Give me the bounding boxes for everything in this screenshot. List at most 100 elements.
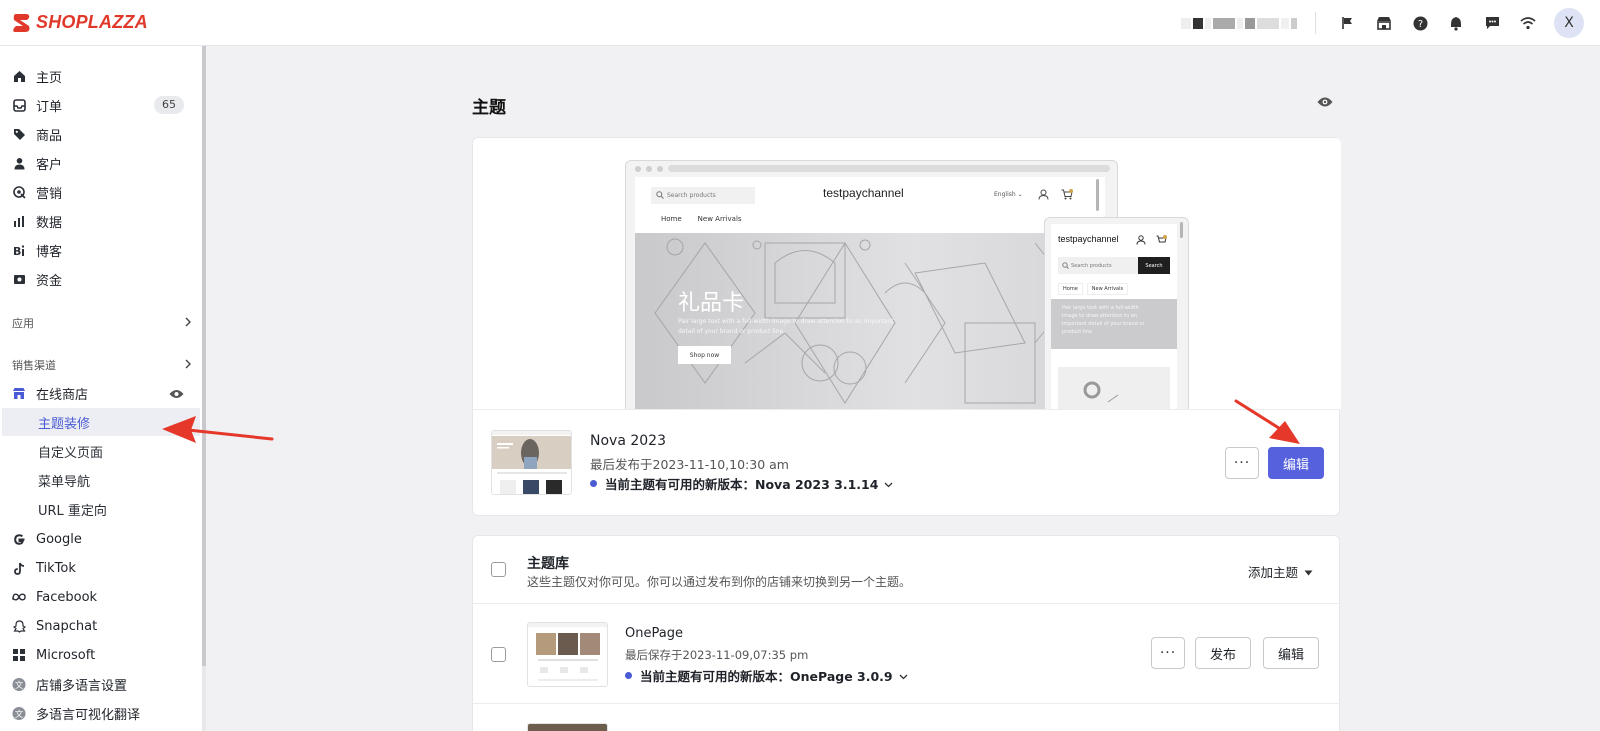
sidebar-item-label: 主页 [36,70,63,86]
current-theme-more-button[interactable]: ··· [1225,447,1259,479]
preview-account-icon [1038,189,1049,204]
sidebar-item-products[interactable]: 商品 [0,120,202,148]
page-title: 主题 [472,98,506,118]
sidebar-item-facebook[interactable]: Facebook [0,583,202,611]
header-divider [1315,12,1316,34]
mobile-store-page: testpaychannel Search products Search Ho… [1051,224,1177,409]
sidebar-sub-navigation[interactable]: 菜单导航 [2,466,200,494]
avatar[interactable]: X [1554,8,1584,38]
add-theme-label: 添加主题 [1247,565,1298,580]
sidebar-item-finance[interactable]: 资金 [0,265,202,293]
preview-hero-banner: 礼品卡 Pair large text with a full-width im… [635,233,1105,409]
theme-row-edit-button[interactable]: 编辑 [1263,637,1319,669]
onepage-thumbnail-art [528,623,607,681]
store-icon[interactable] [1366,5,1402,41]
theme-preview[interactable]: Search products testpaychannel English ⌄… [473,138,1341,410]
preview-nav-item: New Arrivals [697,215,742,223]
tag-icon [12,127,26,141]
shoplazza-logo[interactable]: SHOPLAZZA [12,12,148,34]
wifi-icon[interactable] [1510,5,1546,41]
sidebar-item-analytics[interactable]: 数据 [0,207,202,235]
sidebar-item-blog[interactable]: B 博客 [0,236,202,264]
theme-library-card: 主题库 这些主题仅对你可见。你可以通过发布到你的店铺来切换到另一个主题。 添加主… [472,535,1341,731]
theme-row-update-notice[interactable]: 当前主题有可用的新版本：OnePage 3.0.9 [625,666,908,685]
sidebar-item-label: Snapchat [36,618,98,634]
window-dot [646,166,652,172]
flag-icon[interactable] [1330,5,1366,41]
bell-icon[interactable] [1438,5,1474,41]
sidebar-scrollbar-thumb[interactable] [202,46,206,666]
translate-icon: 文 [12,706,26,720]
current-theme-update-notice[interactable]: 当前主题有可用的新版本：Nova 2023 3.1.14 [590,474,893,493]
store-name-redacted [1181,17,1297,29]
update-dot-icon [625,672,632,679]
sidebar-item-online-store[interactable]: 在线商店 [0,379,202,407]
sidebar-item-label: 订单 [36,99,63,115]
sidebar-item-label: 客户 [36,157,63,173]
theme-row-publish-button[interactable]: 发布 [1195,637,1251,669]
eye-icon[interactable] [169,388,184,403]
preview-store-name: testpaychannel [823,186,904,200]
current-theme-row: Nova 2023 最后发布于2023-11-10,10:30 am 当前主题有… [473,410,1341,515]
preview-nav: Home New Arrivals [661,215,742,223]
mobile-search-button: Search [1138,257,1170,274]
help-icon[interactable]: ? [1402,5,1438,41]
mobile-cart-icon [1156,234,1167,249]
sidebar-item-label: 商品 [36,128,63,144]
next-theme-thumbnail [527,723,608,731]
chevron-down-icon [899,668,908,683]
mobile-nav-item: New Arrivals [1086,283,1129,295]
preview-language: English ⌄ [994,191,1023,198]
sidebar-sub-theme[interactable]: 主题装修 [2,408,200,436]
url-bar [668,165,1110,172]
sidebar-item-google[interactable]: Google [0,525,202,553]
sidebar-sub-url-redirect[interactable]: URL 重定向 [2,495,200,523]
preview-language-label: English [994,191,1016,198]
current-theme-edit-button[interactable]: 编辑 [1268,447,1324,479]
sidebar: 主页 订单 65 商品 客户 营销 数据 B 博客 资金 应用 销售渠道 在线商… [0,46,206,731]
sidebar-item-tiktok[interactable]: TikTok [0,554,202,582]
preview-nav-item: Home [661,215,682,223]
sidebar-item-customers[interactable]: 客户 [0,149,202,177]
theme-library-subtitle: 这些主题仅对你可见。你可以通过发布到你的店铺来切换到另一个主题。 [527,575,912,589]
sidebar-item-label: 多语言可视化翻译 [36,707,141,723]
sidebar-item-home[interactable]: 主页 [0,62,202,90]
nova-thumbnail-art [492,431,571,494]
search-icon [656,191,664,201]
window-dot [657,166,663,172]
theme-row-checkbox[interactable] [491,647,506,662]
sidebar-item-marketing[interactable]: 营销 [0,178,202,206]
current-theme-published: 最后发布于2023-11-10,10:30 am [590,457,789,472]
sidebar-item-visual-translation[interactable]: 文 多语言可视化翻译 [0,699,202,727]
mobile-nav: Home New Arrivals [1058,283,1129,295]
person-icon [12,156,26,170]
eye-icon[interactable] [1317,96,1333,108]
mobile-store-name: testpaychannel [1058,234,1119,244]
sidebar-item-label: 店铺多语言设置 [36,678,128,694]
sidebar-item-orders[interactable]: 订单 65 [0,91,202,119]
chat-icon[interactable] [1474,5,1510,41]
preview-search-box: Search products [651,187,755,204]
theme-row-saved: 最后保存于2023-11-09,07:35 pm [625,648,809,662]
sidebar-item-label: Facebook [36,589,98,605]
sidebar-scrollbar[interactable] [202,46,206,731]
bar-chart-icon [12,214,26,228]
sales-channels-label: 销售渠道 [12,359,56,372]
preview-hero-title: 礼品卡 [678,291,745,316]
theme-row-more-button[interactable]: ··· [1151,637,1185,669]
add-theme-dropdown[interactable]: 添加主题 [1248,562,1313,581]
sidebar-item-label: Google [36,531,82,547]
sidebar-item-label: Microsoft [36,647,96,663]
sidebar-item-store-languages[interactable]: 文 店铺多语言设置 [0,670,202,698]
preview-search-placeholder: Search products [667,192,716,199]
desktop-store-page: Search products testpaychannel English ⌄… [635,177,1105,409]
sidebar-section-sales-channels[interactable]: 销售渠道 [12,357,192,373]
brand-name: SHOPLAZZA [36,12,148,32]
sidebar-section-apps[interactable]: 应用 [12,315,192,331]
preview-cart-icon [1061,189,1073,204]
sidebar-item-snapchat[interactable]: Snapchat [0,612,202,640]
select-all-checkbox[interactable] [491,562,506,577]
sidebar-sub-custom-pages[interactable]: 自定义页面 [2,437,200,465]
svg-text:文: 文 [15,679,24,689]
sidebar-item-microsoft[interactable]: Microsoft [0,641,202,669]
